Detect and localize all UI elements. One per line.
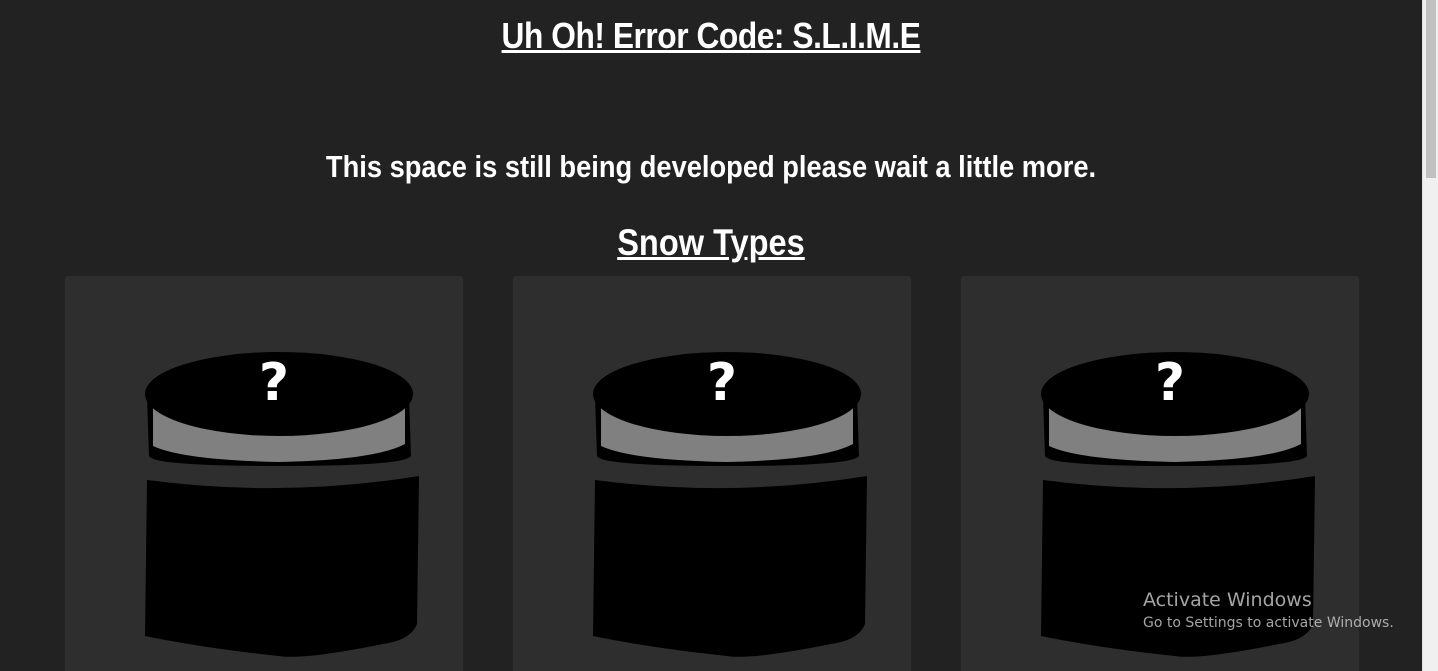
development-message: This space is still being developed plea… (325, 149, 1097, 184)
snow-types-heading: Snow Types (617, 222, 805, 263)
scrollbar-thumb[interactable] (1426, 0, 1436, 178)
svg-text:?: ? (1155, 353, 1185, 413)
mystery-jar-icon: ? (593, 352, 867, 657)
main-content: Uh Oh! Error Code: S.L.I.M.E This space … (0, 0, 1422, 671)
watermark-subtitle: Go to Settings to activate Windows. (1143, 615, 1394, 631)
activate-windows-watermark: Activate Windows Go to Settings to activ… (1143, 588, 1394, 633)
svg-text:?: ? (707, 353, 737, 413)
vertical-scrollbar[interactable] (1422, 0, 1438, 671)
page-title: Uh Oh! Error Code: S.L.I.M.E (501, 15, 921, 56)
mystery-jar-icon: ? (145, 352, 419, 657)
snow-type-card-1[interactable]: ? (65, 276, 463, 671)
svg-text:?: ? (259, 353, 289, 413)
watermark-title: Activate Windows (1143, 589, 1312, 611)
snow-type-card-2[interactable]: ? (513, 276, 911, 671)
page: Uh Oh! Error Code: S.L.I.M.E This space … (0, 0, 1438, 671)
